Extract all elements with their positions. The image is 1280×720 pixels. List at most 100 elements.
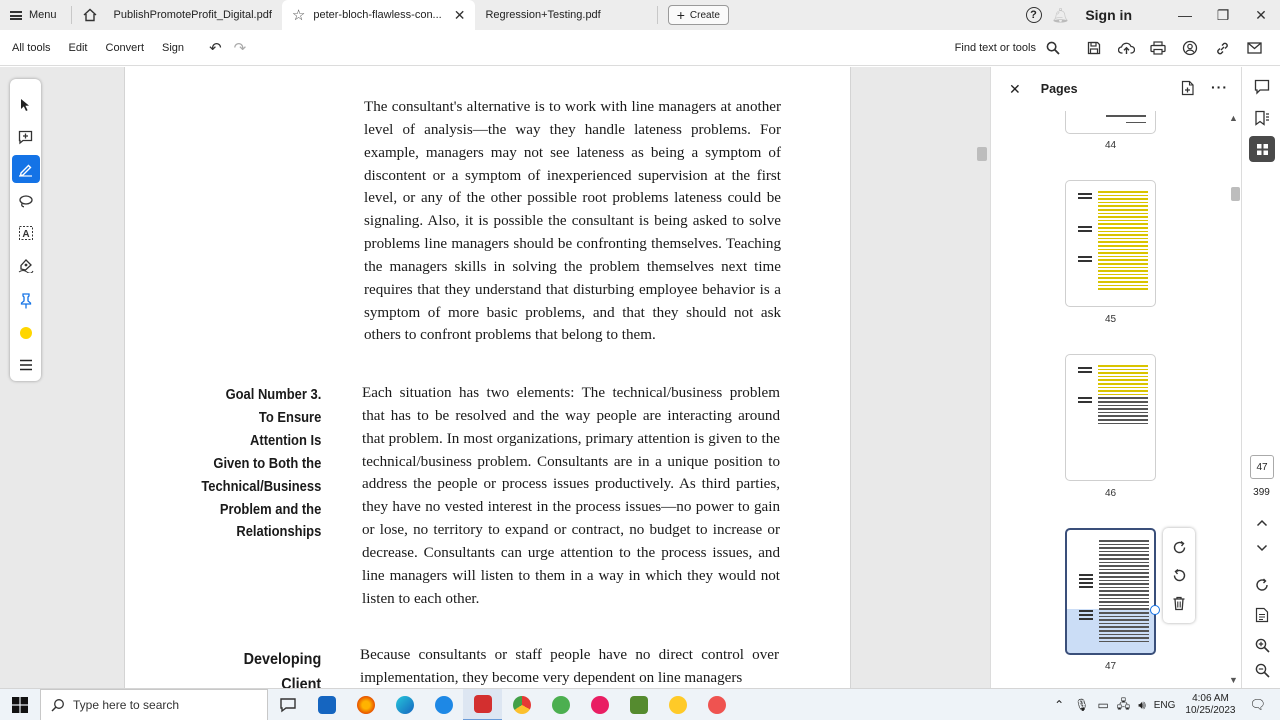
bell-icon[interactable]: 🔔︎ bbox=[1052, 7, 1070, 24]
chrome-icon[interactable] bbox=[502, 689, 541, 720]
resize-handle[interactable] bbox=[1150, 605, 1160, 615]
acrobat-icon[interactable] bbox=[463, 688, 502, 720]
undo-icon[interactable]: ↶ bbox=[209, 39, 222, 57]
star-icon[interactable]: ☆ bbox=[292, 6, 305, 24]
create-button[interactable]: + Create bbox=[667, 5, 729, 25]
help-icon[interactable]: ? bbox=[1025, 7, 1042, 23]
refresh-icon[interactable] bbox=[1249, 572, 1275, 598]
share-user-icon[interactable] bbox=[1174, 30, 1206, 66]
page-display-icon[interactable] bbox=[1249, 602, 1275, 628]
network-icon[interactable]: 🖧︎ bbox=[1117, 695, 1130, 716]
chat-app-icon[interactable] bbox=[268, 689, 307, 720]
home-button[interactable] bbox=[76, 0, 104, 30]
thumbnail-side-heading bbox=[1078, 401, 1092, 403]
thumbnail-side-heading bbox=[1079, 586, 1093, 588]
thumbnail-text-line bbox=[1098, 390, 1148, 392]
redo-icon[interactable]: ↷ bbox=[234, 39, 247, 57]
language-indicator[interactable]: ENG bbox=[1154, 700, 1176, 711]
lasso-draw-icon[interactable] bbox=[12, 187, 40, 215]
edit-menu[interactable]: Edit bbox=[60, 42, 97, 54]
taskbar-search-box[interactable]: Type here to search bbox=[40, 688, 268, 720]
signature-pen-icon[interactable] bbox=[12, 251, 40, 279]
rotate-counterclockwise-icon[interactable] bbox=[1172, 568, 1187, 583]
panel-scroll-up-icon[interactable]: ▲ bbox=[1229, 113, 1238, 123]
page-thumbnail-45[interactable] bbox=[1065, 180, 1156, 307]
pin-icon[interactable] bbox=[12, 287, 40, 315]
color-picker-yellow[interactable] bbox=[12, 319, 40, 347]
tab-regression-testing[interactable]: Regression+Testing.pdf bbox=[475, 0, 610, 30]
current-page-input[interactable]: 47 bbox=[1250, 455, 1274, 479]
battery-icon[interactable]: ▭ bbox=[1097, 698, 1108, 712]
highlight-pen-icon[interactable] bbox=[11, 155, 40, 183]
tab-publishpromoteprofit[interactable]: PublishPromoteProfit_Digital.pdf bbox=[104, 0, 282, 30]
thumbnail-text-line bbox=[1098, 209, 1148, 211]
volume-icon[interactable]: 🔊︎ bbox=[1138, 698, 1146, 713]
more-options-icon[interactable]: ··· bbox=[1211, 79, 1228, 95]
delete-page-icon[interactable] bbox=[1172, 596, 1186, 611]
upload-cloud-icon[interactable] bbox=[1110, 30, 1142, 66]
previous-page-icon[interactable] bbox=[1249, 510, 1275, 536]
bookmarks-icon[interactable] bbox=[1249, 105, 1275, 131]
panel-scrollbar-thumb[interactable] bbox=[1231, 187, 1240, 201]
page-thumbnail-46[interactable] bbox=[1065, 354, 1156, 481]
store-app-icon[interactable] bbox=[307, 689, 346, 720]
close-window-button[interactable]: ✕ bbox=[1242, 0, 1280, 30]
find-text-label[interactable]: Find text or tools bbox=[955, 42, 1036, 54]
email-icon[interactable] bbox=[1238, 30, 1270, 66]
edge-icon[interactable] bbox=[385, 689, 424, 720]
document-viewport[interactable]: The consultant's alternative is to work … bbox=[0, 67, 990, 688]
maximize-button[interactable]: ❐ bbox=[1204, 0, 1242, 30]
next-page-icon[interactable] bbox=[1249, 535, 1275, 561]
thumbnail-text-line bbox=[1098, 372, 1148, 374]
document-scrollbar-thumb[interactable] bbox=[977, 147, 987, 161]
convert-menu[interactable]: Convert bbox=[97, 42, 154, 54]
sign-in-button[interactable]: Sign in bbox=[1085, 7, 1132, 23]
wechat-icon[interactable] bbox=[541, 689, 580, 720]
clock[interactable]: 4:06 AM 10/25/2023 bbox=[1185, 693, 1235, 717]
minimize-button[interactable]: — bbox=[1166, 0, 1204, 30]
notifications-icon[interactable]: 🗨︎ bbox=[1249, 697, 1266, 713]
app-icon-globe[interactable] bbox=[697, 689, 736, 720]
rotate-clockwise-icon[interactable] bbox=[1172, 540, 1187, 555]
microphone-icon[interactable]: 🎙︎ bbox=[1074, 698, 1089, 712]
search-icon[interactable] bbox=[1042, 30, 1064, 66]
panel-scroll-down-icon[interactable]: ▼ bbox=[1229, 675, 1238, 685]
page-thumbnail-44[interactable] bbox=[1065, 111, 1156, 134]
save-icon[interactable] bbox=[1078, 30, 1110, 66]
thumbnail-side-heading bbox=[1078, 230, 1092, 232]
text-box-icon[interactable]: A bbox=[12, 219, 40, 247]
select-cursor-icon[interactable] bbox=[12, 91, 40, 119]
app-icon-circle[interactable] bbox=[658, 689, 697, 720]
thumbnail-text-line bbox=[1098, 245, 1148, 247]
thumbnail-side-heading bbox=[1078, 371, 1092, 373]
close-panel-icon[interactable]: ✕ bbox=[1009, 81, 1021, 98]
start-button[interactable] bbox=[0, 689, 40, 720]
firefox-icon[interactable] bbox=[346, 689, 385, 720]
zoom-in-icon[interactable] bbox=[1249, 632, 1275, 658]
add-comment-icon[interactable] bbox=[12, 123, 40, 151]
thumbnail-text-line bbox=[1099, 637, 1149, 639]
comments-icon[interactable] bbox=[1249, 74, 1275, 100]
page-thumbnails-icon[interactable] bbox=[1249, 136, 1275, 162]
thumbnail-text-line bbox=[1099, 540, 1149, 542]
heading-line: Relationships bbox=[236, 524, 321, 541]
menu-button[interactable]: Menu bbox=[0, 0, 67, 30]
close-tab-icon[interactable]: ✕ bbox=[454, 7, 466, 24]
zoom-out-icon[interactable] bbox=[1249, 657, 1275, 683]
all-tools-menu[interactable]: All tools bbox=[0, 42, 60, 54]
print-icon[interactable] bbox=[1142, 30, 1174, 66]
thumbnail-text-line bbox=[1098, 277, 1148, 279]
more-tools-icon[interactable] bbox=[12, 351, 40, 379]
tab-peter-bloch[interactable]: ☆ peter-bloch-flawless-con... ✕ bbox=[281, 0, 476, 30]
thumbnail-text-line bbox=[1099, 543, 1149, 546]
app-icon-blue[interactable] bbox=[424, 689, 463, 720]
app-icon-green[interactable] bbox=[619, 689, 658, 720]
page-thumbnail-47[interactable] bbox=[1065, 528, 1156, 655]
thumbnail-side-heading bbox=[1078, 367, 1092, 369]
hamburger-icon bbox=[10, 10, 22, 20]
insert-page-icon[interactable] bbox=[1181, 80, 1195, 101]
link-icon[interactable] bbox=[1206, 30, 1238, 66]
camera-app-icon[interactable] bbox=[580, 689, 619, 720]
sign-menu[interactable]: Sign bbox=[153, 42, 193, 54]
tray-chevron-icon[interactable]: ⌃ bbox=[1054, 698, 1064, 712]
